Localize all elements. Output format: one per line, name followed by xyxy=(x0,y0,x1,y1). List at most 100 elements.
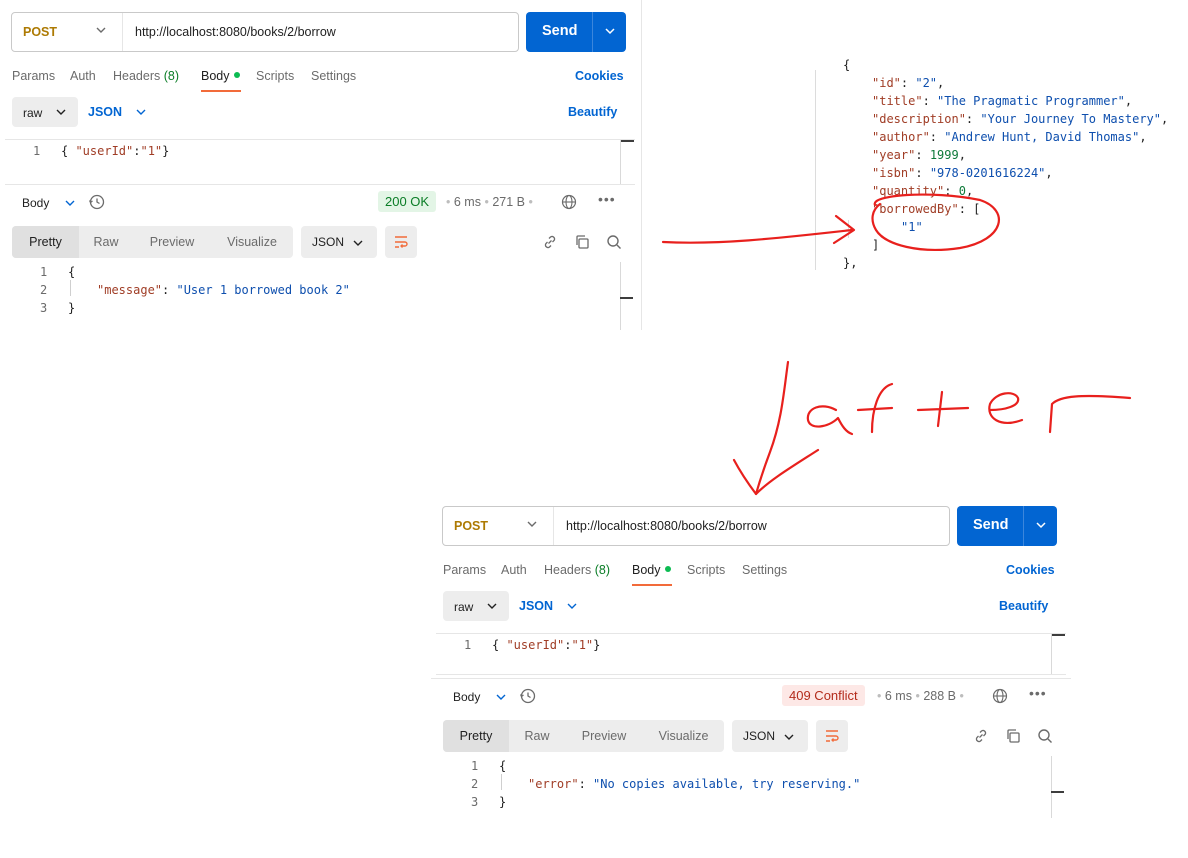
response-scrollbar[interactable] xyxy=(1051,756,1052,818)
send-button[interactable]: Send xyxy=(957,506,1057,546)
globe-icon[interactable] xyxy=(992,688,1008,704)
send-divider xyxy=(592,12,593,52)
active-tab-underline xyxy=(201,90,241,92)
wrap-lines-button[interactable] xyxy=(816,720,848,752)
response-body-label: Body xyxy=(22,196,50,210)
link-icon[interactable] xyxy=(542,234,558,250)
line-number: 1 xyxy=(464,638,472,652)
body-format-select[interactable]: JSON xyxy=(88,105,148,119)
indent-guide xyxy=(501,774,502,790)
request-body-editor[interactable]: 1 { "userId":"1"} xyxy=(5,139,635,185)
editor-scrollbar[interactable] xyxy=(620,140,621,184)
request-tabs: Params Auth Headers (8) Body Scripts Set… xyxy=(12,69,612,93)
copy-icon[interactable] xyxy=(1005,728,1021,744)
before-panel: POST http://localhost:8080/books/2/borro… xyxy=(0,0,640,330)
response-size[interactable]: 271 B xyxy=(492,195,525,209)
history-icon[interactable] xyxy=(88,193,106,211)
wrap-lines-button[interactable] xyxy=(385,226,417,258)
response-format-select[interactable]: JSON xyxy=(732,720,808,752)
book-json-line: "year": 1999, xyxy=(872,148,966,162)
body-format-label: JSON xyxy=(88,105,123,119)
method-select[interactable]: POST xyxy=(12,13,123,51)
tab-auth[interactable]: Auth xyxy=(70,69,96,83)
chevron-down-icon[interactable] xyxy=(603,24,617,38)
json-brace: { xyxy=(843,58,851,72)
json-brace: { xyxy=(499,759,507,773)
scrollbar-thumb[interactable] xyxy=(1052,634,1065,636)
tab-params[interactable]: Params xyxy=(443,563,486,577)
tab-auth[interactable]: Auth xyxy=(501,563,527,577)
response-size[interactable]: 288 B xyxy=(923,689,956,703)
body-format-select[interactable]: JSON xyxy=(519,599,579,613)
beautify-button[interactable]: Beautify xyxy=(568,105,617,119)
book-json-line: "author": "Andrew Hunt, David Thomas", xyxy=(872,130,1147,144)
view-tab-visualize[interactable]: Visualize xyxy=(643,720,724,752)
chevron-down-icon xyxy=(65,200,75,206)
cookies-link[interactable]: Cookies xyxy=(575,69,624,83)
search-icon[interactable] xyxy=(1037,728,1053,744)
status-badge[interactable]: 409 Conflict xyxy=(782,685,865,706)
headers-count: (8) xyxy=(594,563,611,577)
scrollbar-thumb[interactable] xyxy=(620,297,633,299)
tab-headers[interactable]: Headers (8) xyxy=(544,563,610,577)
response-time[interactable]: 6 ms xyxy=(454,195,481,209)
response-scrollbar[interactable] xyxy=(620,262,621,330)
down-arrowhead xyxy=(732,448,820,496)
scrollbar-thumb[interactable] xyxy=(1051,791,1064,793)
indent-guide xyxy=(815,70,816,270)
indent-guide xyxy=(70,280,71,296)
book-json-line: "description": "Your Journey To Mastery"… xyxy=(872,112,1169,126)
view-tab-raw[interactable]: Raw xyxy=(79,226,133,258)
view-tab-raw[interactable]: Raw xyxy=(509,720,565,752)
tab-settings[interactable]: Settings xyxy=(742,563,787,577)
tab-settings[interactable]: Settings xyxy=(311,69,356,83)
body-type-label: raw xyxy=(454,600,474,614)
more-options-icon[interactable]: ••• xyxy=(1029,685,1047,701)
response-body-toggle[interactable]: Body xyxy=(453,690,508,704)
copy-icon[interactable] xyxy=(574,234,590,250)
chevron-down-icon xyxy=(567,603,577,609)
headers-count: (8) xyxy=(163,69,180,83)
json-brace: }, xyxy=(843,256,858,270)
tab-body[interactable]: Body xyxy=(632,563,671,577)
view-tab-preview[interactable]: Preview xyxy=(133,226,211,258)
line-number: 1 xyxy=(471,759,479,773)
body-type-select[interactable]: raw xyxy=(443,591,509,621)
send-button[interactable]: Send xyxy=(526,12,626,52)
book-json-line: "id": "2", xyxy=(872,76,945,90)
link-icon[interactable] xyxy=(973,728,989,744)
response-header: Body 409 Conflict • 6 ms • 288 B • ••• xyxy=(443,682,1063,712)
more-options-icon[interactable]: ••• xyxy=(598,191,616,207)
url-input[interactable]: http://localhost:8080/books/2/borrow xyxy=(566,519,767,533)
tab-headers[interactable]: Headers (8) xyxy=(113,69,179,83)
response-format-select[interactable]: JSON xyxy=(301,226,377,258)
after-word-f xyxy=(856,382,894,434)
cookies-link[interactable]: Cookies xyxy=(1006,563,1055,577)
globe-icon[interactable] xyxy=(561,194,577,210)
view-tab-visualize[interactable]: Visualize xyxy=(211,226,293,258)
status-badge[interactable]: 200 OK xyxy=(378,191,437,212)
tab-scripts[interactable]: Scripts xyxy=(687,563,725,577)
body-type-select[interactable]: raw xyxy=(12,97,78,127)
json-brace: } xyxy=(499,795,507,809)
view-tab-preview[interactable]: Preview xyxy=(565,720,643,752)
request-body-editor[interactable]: 1 { "userId":"1"} xyxy=(436,633,1066,675)
view-tab-pretty[interactable]: Pretty xyxy=(443,720,509,752)
chevron-down-icon[interactable] xyxy=(1034,518,1048,532)
wrap-lines-icon xyxy=(395,236,408,248)
beautify-button[interactable]: Beautify xyxy=(999,599,1048,613)
history-icon[interactable] xyxy=(519,687,537,705)
editor-scrollbar[interactable] xyxy=(1051,634,1052,674)
tab-scripts[interactable]: Scripts xyxy=(256,69,294,83)
url-input[interactable]: http://localhost:8080/books/2/borrow xyxy=(135,25,336,39)
tab-params[interactable]: Params xyxy=(12,69,55,83)
scrollbar-thumb[interactable] xyxy=(621,140,634,142)
response-body-toggle[interactable]: Body xyxy=(22,196,77,210)
view-tab-pretty[interactable]: Pretty xyxy=(12,226,79,258)
response-time[interactable]: 6 ms xyxy=(885,689,912,703)
chevron-down-icon xyxy=(96,27,106,33)
method-select[interactable]: POST xyxy=(443,507,554,545)
search-icon[interactable] xyxy=(606,234,622,250)
request-tabs: Params Auth Headers (8) Body Scripts Set… xyxy=(443,563,1043,587)
tab-body[interactable]: Body xyxy=(201,69,240,83)
